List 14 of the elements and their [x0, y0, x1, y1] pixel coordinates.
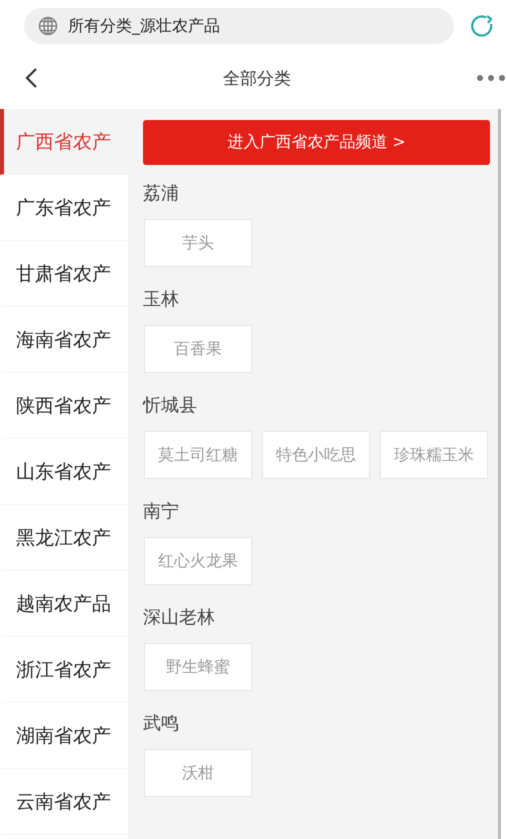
globe-icon — [38, 16, 58, 36]
group-title: 忻城县 — [143, 394, 198, 418]
group-title: 荔浦 — [143, 182, 180, 206]
header-title: 全部分类 — [223, 68, 291, 90]
channel-button[interactable]: 进入广西省农产品频道 > — [143, 120, 490, 165]
group-title: 深山老林 — [143, 606, 216, 630]
group-title: 南宁 — [143, 500, 180, 524]
back-icon[interactable] — [24, 67, 38, 89]
page-title: 所有分类_源壮农产品 — [68, 16, 220, 36]
category-item[interactable]: 广西省农产 — [0, 109, 128, 175]
group-title: 武鸣 — [143, 712, 180, 736]
group-title: 玉林 — [143, 288, 180, 312]
address-bar[interactable]: 所有分类_源壮农产品 — [24, 8, 454, 44]
more-icon[interactable] — [476, 74, 506, 82]
